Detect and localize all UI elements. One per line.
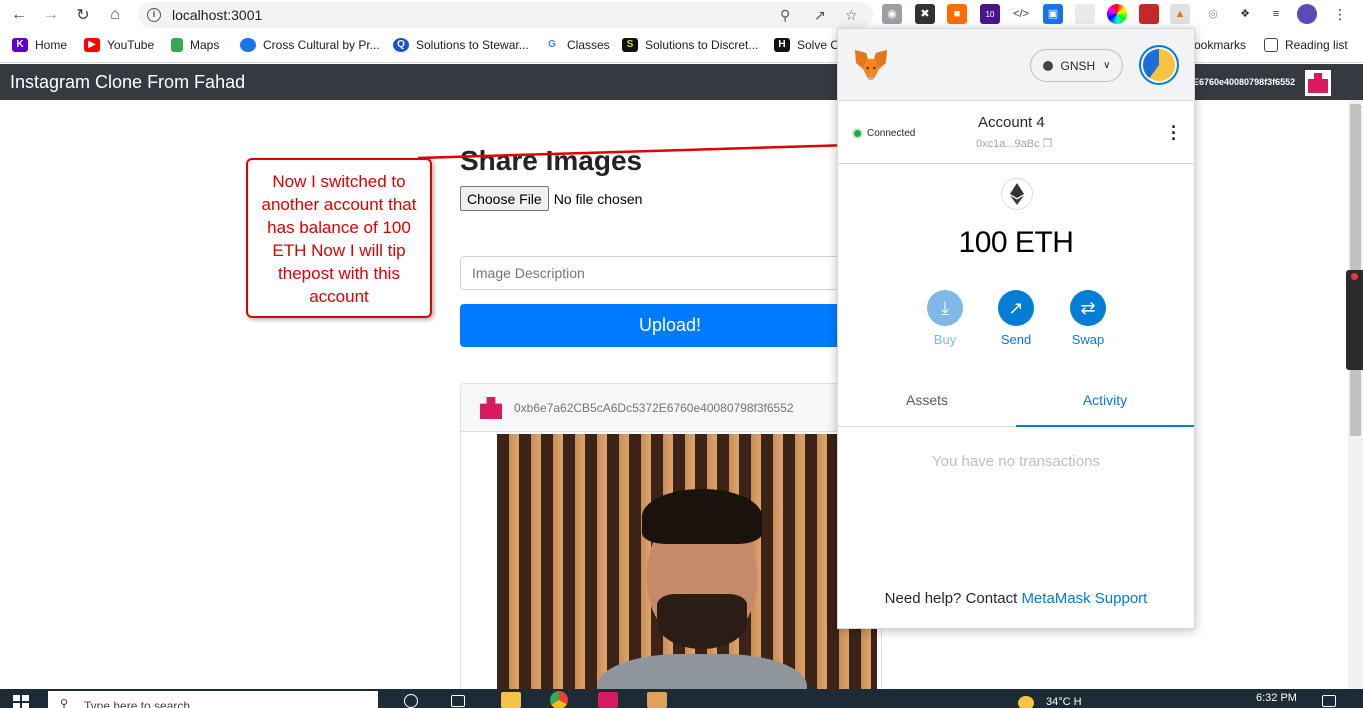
taskbar-search[interactable]: ⚲ Type here to search — [48, 691, 378, 708]
swap-button[interactable]: ⇄ Swap — [1058, 290, 1118, 347]
screenrec-widget[interactable]: screenrec — [1329, 270, 1363, 370]
cortana-icon[interactable] — [404, 694, 418, 708]
search-icon: ⚲ — [60, 698, 69, 708]
account-options-icon[interactable]: · · · — [1171, 118, 1177, 148]
ethereum-icon — [1001, 178, 1033, 210]
download-icon: ⤓ — [927, 290, 963, 326]
metamask-header: GNSH ∨ — [838, 29, 1194, 101]
account-bar: Connected Account 4 0xc1a...9aBc ❐ · · · — [838, 102, 1194, 164]
package-taskbar-icon[interactable] — [647, 692, 667, 708]
account-address-copy[interactable]: 0xc1a...9aBc ❐ — [976, 137, 1053, 150]
metamask-support-link[interactable]: MetaMask Support — [1021, 590, 1147, 607]
connected-dot-icon — [854, 130, 861, 137]
record-dot-icon — [1351, 273, 1358, 280]
weather-icon — [1018, 696, 1034, 708]
metamask-popup: GNSH ∨ Connected Account 4 0xc1a...9aBc … — [837, 28, 1195, 629]
screenrec-label: screenrec — [1329, 288, 1345, 347]
send-arrow-icon: ↗ — [998, 290, 1034, 326]
tab-assets[interactable]: Assets — [838, 385, 1016, 427]
swap-icon: ⇄ — [1070, 290, 1106, 326]
help-text: Need help? Contact MetaMask Support — [884, 590, 1148, 607]
notifications-icon[interactable] — [1322, 695, 1336, 707]
account-avatar[interactable] — [1139, 45, 1179, 85]
copy-icon: ❐ — [1042, 138, 1053, 150]
connected-status[interactable]: Connected — [854, 128, 915, 139]
send-button[interactable]: ↗ Send — [986, 290, 1046, 347]
chevron-down-icon: ∨ — [1103, 60, 1111, 71]
tab-activity[interactable]: Activity — [1016, 385, 1194, 427]
network-name: GNSH — [1060, 58, 1096, 73]
app-taskbar-icon[interactable] — [598, 692, 618, 708]
account-name: Account 4 — [978, 114, 1045, 131]
balance-amount: 100 ETH — [958, 226, 1074, 259]
metamask-tabs: Assets Activity — [838, 385, 1194, 427]
clock-time[interactable]: 6:32 PM — [1256, 692, 1297, 704]
task-view-icon[interactable] — [451, 695, 465, 707]
file-explorer-icon[interactable] — [501, 692, 521, 708]
chrome-taskbar-icon[interactable] — [550, 691, 568, 708]
windows-start-icon[interactable] — [13, 695, 29, 708]
network-selector[interactable]: GNSH ∨ — [1030, 49, 1123, 82]
annotation-text: Now I switched to another account that h… — [261, 172, 417, 306]
network-status-dot — [1042, 60, 1053, 71]
windows-taskbar: ⚲ Type here to search 34°C H 6:32 PM — [0, 689, 1363, 708]
annotation-callout: Now I switched to another account that h… — [246, 158, 432, 318]
weather-text[interactable]: 34°C H — [1046, 696, 1082, 708]
empty-transactions-text: You have no transactions — [932, 453, 1100, 470]
metamask-fox-icon — [855, 50, 887, 80]
buy-button[interactable]: ⤓ Buy — [915, 290, 975, 347]
